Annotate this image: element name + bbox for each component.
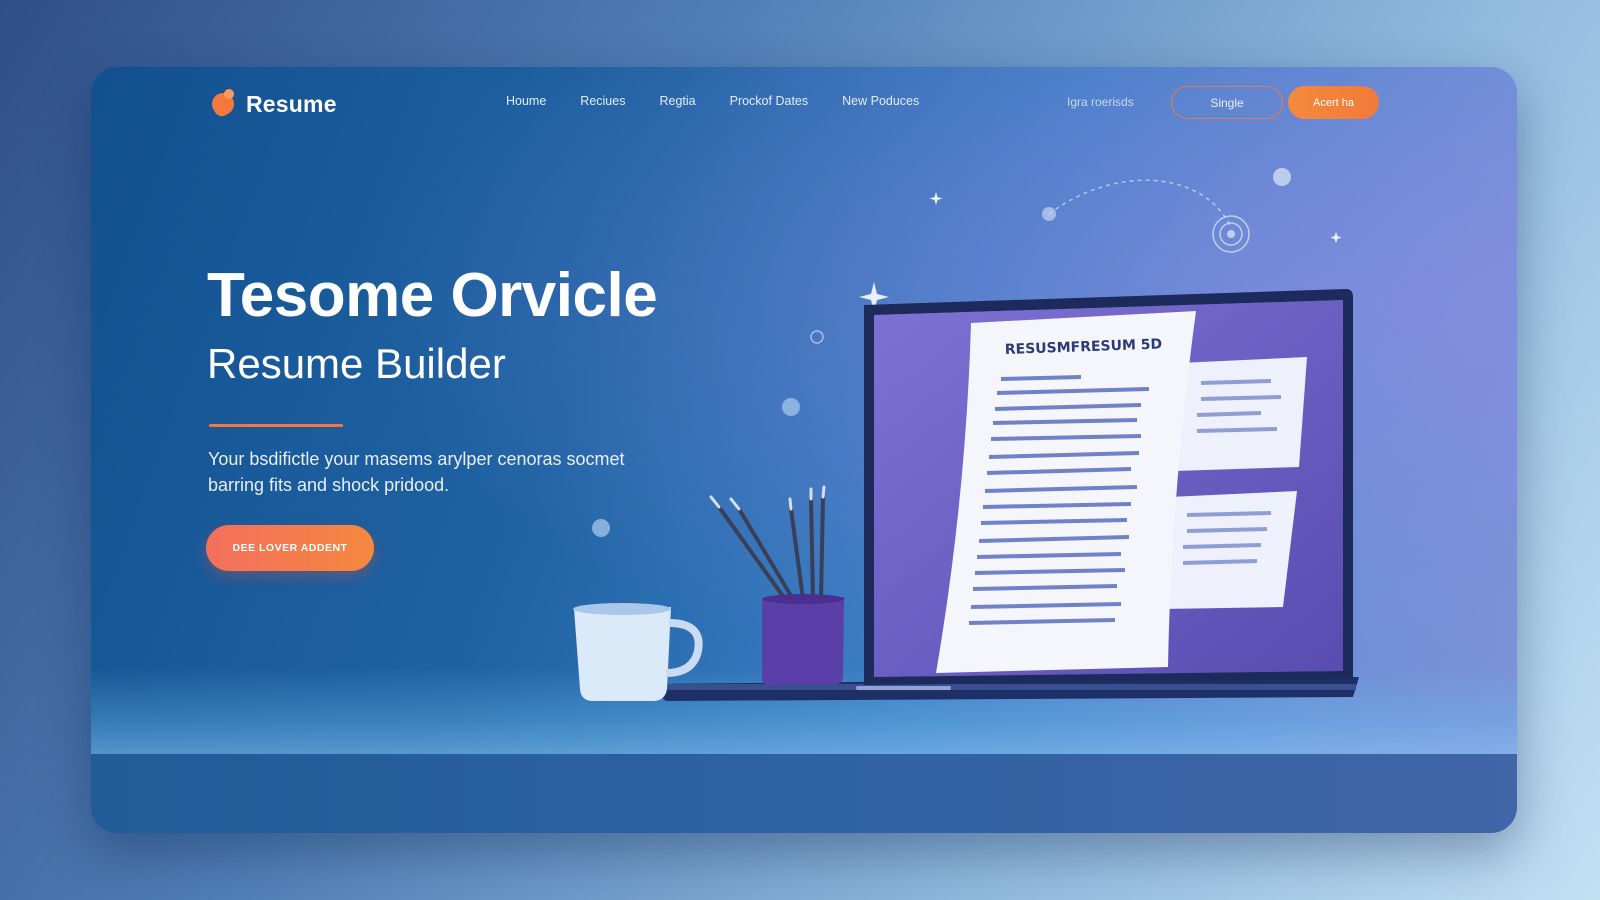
account-button[interactable]: Acert ha xyxy=(1288,86,1379,119)
hero-divider xyxy=(209,424,343,427)
cta-button[interactable]: DEE LOVER ADDENT xyxy=(206,525,374,571)
decor-orb xyxy=(1273,168,1291,186)
brand-logo-icon xyxy=(210,89,240,119)
decor-orb xyxy=(592,519,610,537)
resume-sheet-front: RESUSMFRESUM 5D xyxy=(936,311,1196,673)
spiral-icon xyxy=(1212,215,1250,253)
nav-link-home[interactable]: Houme xyxy=(506,94,546,108)
nav-link-product-dates[interactable]: Prockof Dates xyxy=(730,94,809,108)
nav-link-new-products[interactable]: New Poduces xyxy=(842,94,919,108)
hero-title: Tesome Orvicle xyxy=(207,261,658,330)
hero-subtitle: Resume Builder xyxy=(207,340,506,387)
brand-logo[interactable]: Resume xyxy=(210,89,337,119)
nav-link-resumes[interactable]: Reciues xyxy=(580,94,625,108)
decor-orb xyxy=(782,398,800,416)
nav-link-extra[interactable]: Igra roerisds xyxy=(1067,95,1134,109)
sign-in-button[interactable]: Single xyxy=(1171,86,1283,119)
orbit-path xyxy=(1048,179,1232,228)
brand-name: Resume xyxy=(246,90,337,117)
hero-description: Your bsdifictle your masems arylper ceno… xyxy=(208,449,625,495)
decor-orb xyxy=(810,330,824,344)
nav-link-regtia[interactable]: Regtia xyxy=(659,94,695,108)
top-nav: Resume Houme Reciues Regtia Prockof Date… xyxy=(91,67,1517,143)
nav-links: Houme Reciues Regtia Prockof Dates New P… xyxy=(506,94,919,108)
pencil-holder xyxy=(709,485,844,685)
hero-card: RESUSMFRESUM 5D Resume Houme Reciues Reg… xyxy=(91,67,1517,833)
